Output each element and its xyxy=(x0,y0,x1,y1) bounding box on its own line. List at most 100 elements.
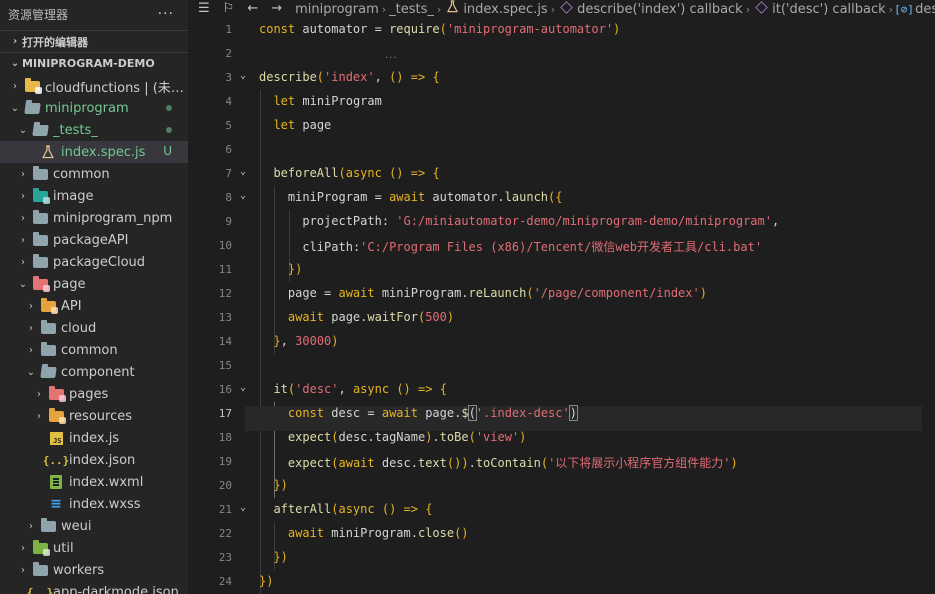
tree-item[interactable]: {..} app-darkmode.json xyxy=(0,581,188,594)
tree-item[interactable]: › cloudfunctions | (未选... xyxy=(0,75,188,97)
test-flask-icon xyxy=(40,144,56,160)
folder-open-icon xyxy=(39,364,57,380)
code-token: const xyxy=(259,22,296,36)
folded-region-icon[interactable]: ··· xyxy=(385,53,398,64)
tree-item[interactable]: ⌄ _tests_ xyxy=(0,119,188,141)
code-token: ( xyxy=(316,70,325,84)
wxml-file-icon xyxy=(48,474,64,490)
code-line[interactable]: 24}) xyxy=(188,570,935,594)
code-line[interactable]: 6 xyxy=(188,138,935,162)
project-section[interactable]: ⌄ MINIPROGRAM-DEMO xyxy=(0,52,188,74)
tree-item[interactable]: › common xyxy=(0,339,188,361)
tree-item[interactable]: {..} index.json xyxy=(0,449,188,471)
code-line[interactable]: 13 await page.waitFor(500) xyxy=(188,306,935,330)
breadcrumb-item[interactable]: miniprogram xyxy=(295,2,379,17)
json-file-icon: {..} xyxy=(26,585,54,594)
code-token: 'index' xyxy=(324,70,375,84)
code-line[interactable]: 4 let miniProgram xyxy=(188,90,935,114)
fold-chevron-icon[interactable]: ⌄ xyxy=(240,70,246,81)
tree-item[interactable]: index.wxml xyxy=(0,471,188,493)
more-actions-icon[interactable]: ··· xyxy=(158,6,174,22)
fold-chevron-icon[interactable]: ⌄ xyxy=(240,502,246,513)
chevron-down-icon: ⌄ xyxy=(26,366,36,378)
code-token: { xyxy=(432,70,440,84)
fold-chevron-icon[interactable]: ⌄ xyxy=(240,382,246,393)
tree-item[interactable]: index.spec.js U xyxy=(0,141,188,163)
tree-item[interactable]: JS index.js xyxy=(0,427,188,449)
code-token: beforeAll xyxy=(273,166,339,180)
code-line[interactable]: 21 ⌄ afterAll(async () => { xyxy=(188,498,935,522)
code-token: } xyxy=(273,334,281,348)
code-line[interactable]: 3 ⌄ describe('index', () => { xyxy=(188,66,935,90)
tree-item[interactable]: › image xyxy=(0,185,188,207)
code-token: ) xyxy=(699,286,707,300)
code-token: '以下将展示小程序官方组件能力' xyxy=(548,456,731,470)
code-token: ({ xyxy=(548,190,563,204)
open-editors-section[interactable]: › 打开的编辑器 xyxy=(0,30,188,52)
breadcrumb-item[interactable]: index.spec.js xyxy=(463,2,547,17)
code-line[interactable]: 12 page = await miniProgram.reLaunch('/p… xyxy=(188,282,935,306)
forward-arrow-icon[interactable]: → xyxy=(271,0,282,16)
chevron-down-icon: ⌄ xyxy=(10,102,20,114)
code-line[interactable]: 5 let page xyxy=(188,114,935,138)
json-file-icon: {..} xyxy=(42,453,70,467)
tree-item[interactable]: › workers xyxy=(0,559,188,581)
code-line[interactable]: 20 }) xyxy=(188,474,935,498)
fold-chevron-icon[interactable]: ⌄ xyxy=(240,190,246,201)
tree-item-label: common xyxy=(61,342,118,358)
tree-item[interactable]: › weui xyxy=(0,515,188,537)
tree-item[interactable]: › util xyxy=(0,537,188,559)
code-line[interactable]: 7 ⌄ beforeAll(async () => { xyxy=(188,162,935,186)
tree-item[interactable]: ⌄ component xyxy=(0,361,188,383)
breadcrumb-item[interactable]: _tests_ xyxy=(389,2,434,17)
tree-item[interactable]: › miniprogram_npm xyxy=(0,207,188,229)
chevron-down-icon: ⌄ xyxy=(10,58,20,69)
bookmark-icon[interactable]: ⚐ xyxy=(223,0,235,16)
code-line[interactable]: 15 xyxy=(188,354,935,378)
code-line[interactable]: 11 }) xyxy=(188,258,935,282)
tree-item-label: index.spec.js xyxy=(61,144,146,160)
back-arrow-icon[interactable]: ← xyxy=(247,0,258,16)
menu-icon[interactable]: ☰ xyxy=(198,0,210,16)
line-number: 9 xyxy=(225,215,232,228)
code-line[interactable]: 1 const automator = require('miniprogram-… xyxy=(188,18,935,42)
code-line[interactable]: 18 expect(desc.tagName).toBe('view') xyxy=(188,426,935,450)
code-token: ) xyxy=(613,22,621,36)
tree-item[interactable]: › packageAPI xyxy=(0,229,188,251)
fold-chevron-icon[interactable]: ⌄ xyxy=(240,166,246,177)
tree-item[interactable]: ⌄ miniprogram xyxy=(0,97,188,119)
code-line[interactable]: 22 await miniProgram.close() xyxy=(188,522,935,546)
code-line[interactable]: 19 expect(await desc.text()).toContain('… xyxy=(188,450,935,474)
code-line[interactable]: 10 cliPath:'C:/Program Files (x86)/Tence… xyxy=(188,234,935,258)
code-token: ()) xyxy=(446,456,469,470)
code-line[interactable]: 17 const desc = await page.$('.index-des… xyxy=(188,402,935,431)
tree-item-label: cloudfunctions | (未选... xyxy=(45,80,188,96)
code-line[interactable]: 9 projectPath: 'G:/miniautomator-demo/mi… xyxy=(188,210,935,234)
code-text: }) xyxy=(259,550,287,564)
tree-item[interactable]: › packageCloud xyxy=(0,251,188,273)
tree-item[interactable]: › common xyxy=(0,163,188,185)
code-line[interactable]: 2 xyxy=(188,42,935,66)
code-line[interactable]: 16 ⌄ it('desc', async () => { xyxy=(188,378,935,402)
code-text: beforeAll(async () => { xyxy=(259,166,439,180)
code-line[interactable]: 14 }, 30000) xyxy=(188,330,935,354)
breadcrumb-item[interactable]: describe('index') callback xyxy=(577,2,743,17)
tree-item[interactable]: › pages xyxy=(0,383,188,405)
code-line[interactable]: 8 ⌄ miniProgram = await automator.launch(… xyxy=(188,186,935,210)
tree-item[interactable]: › API xyxy=(0,295,188,317)
code-token: await xyxy=(381,406,418,420)
tree-item[interactable]: ⌄ page xyxy=(0,273,188,295)
tree-item[interactable]: ≡ index.wxss xyxy=(0,493,188,515)
open-editors-label: 打开的编辑器 xyxy=(22,35,88,49)
breadcrumb-item[interactable]: it('desc') callback xyxy=(772,2,886,17)
tree-item[interactable]: › resources xyxy=(0,405,188,427)
tree-item[interactable]: › cloud xyxy=(0,317,188,339)
code-token: . xyxy=(432,430,440,444)
breadcrumb-item[interactable]: desc xyxy=(915,2,935,17)
code-line[interactable]: 23 }) xyxy=(188,546,935,570)
